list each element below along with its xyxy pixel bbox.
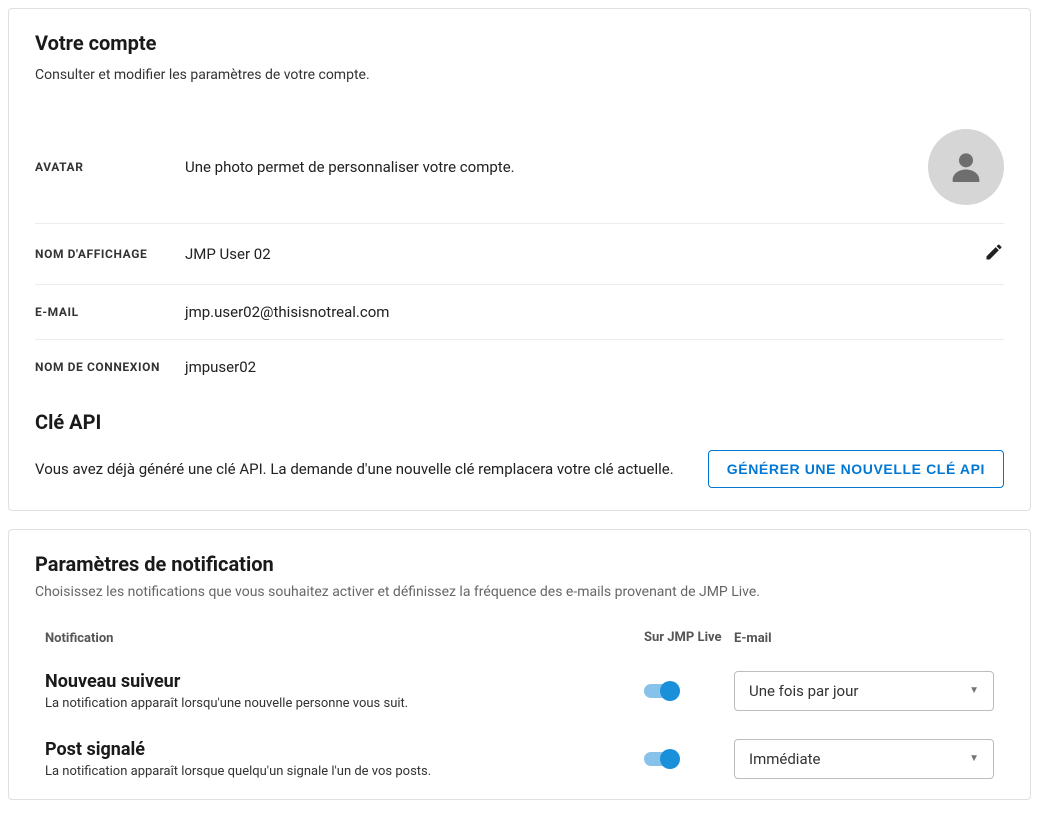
notification-name: Post signalé [45, 739, 644, 760]
avatar-description: Une photo permet de personnaliser votre … [185, 158, 928, 176]
header-notification: Notification [45, 631, 644, 646]
api-key-title: Clé API [35, 410, 1004, 434]
select-wrap: Une fois par jour ▼ [734, 671, 1004, 711]
toggle-knob [660, 681, 680, 701]
notification-info: Nouveau suiveur La notification apparaît… [45, 671, 644, 711]
toggle-wrap [644, 684, 734, 698]
display-name-label: NOM D'AFFICHAGE [35, 247, 185, 261]
account-subtitle: Consulter et modifier les paramètres de … [35, 67, 1004, 83]
notification-description: La notification apparaît lorsque quelqu'… [45, 764, 644, 779]
email-row: E-MAIL jmp.user02@thisisnotreal.com [35, 285, 1004, 340]
user-icon [946, 147, 986, 187]
toggle-wrap [644, 752, 734, 766]
email-value: jmp.user02@thisisnotreal.com [185, 303, 1004, 321]
notification-row-new-follower: Nouveau suiveur La notification apparaît… [35, 657, 1004, 725]
notifications-title: Paramètres de notification [35, 552, 1004, 576]
email-frequency-value: Une fois par jour [749, 682, 858, 700]
login-name-value: jmpuser02 [185, 358, 1004, 376]
notification-row-post-flagged: Post signalé La notification apparaît lo… [35, 725, 1004, 793]
notification-info: Post signalé La notification apparaît lo… [45, 739, 644, 779]
avatar-row: AVATAR Une photo permet de personnaliser… [35, 111, 1004, 224]
api-key-section: Clé API Vous avez déjà généré une clé AP… [35, 410, 1004, 488]
header-email: E-mail [734, 631, 1004, 646]
notifications-card: Paramètres de notification Choisissez le… [8, 529, 1031, 800]
select-wrap: Immédiate ▼ [734, 739, 1004, 779]
login-name-label: NOM DE CONNEXION [35, 360, 185, 374]
account-title: Votre compte [35, 31, 1004, 55]
chevron-down-icon: ▼ [969, 685, 979, 696]
jmp-live-toggle[interactable] [644, 752, 676, 766]
generate-api-key-button[interactable]: GÉNÉRER UNE NOUVELLE CLÉ API [708, 450, 1004, 488]
edit-display-name-button[interactable] [984, 242, 1004, 266]
account-card: Votre compte Consulter et modifier les p… [8, 8, 1031, 511]
email-label: E-MAIL [35, 305, 185, 319]
toggle-knob [660, 749, 680, 769]
api-key-row: Vous avez déjà généré une clé API. La de… [35, 450, 1004, 488]
avatar[interactable] [928, 129, 1004, 205]
notifications-table-header: Notification Sur JMP Live E-mail [35, 624, 1004, 657]
jmp-live-toggle[interactable] [644, 684, 676, 698]
api-key-description: Vous avez déjà généré une clé API. La de… [35, 458, 684, 481]
login-name-row: NOM DE CONNEXION jmpuser02 [35, 340, 1004, 394]
display-name-value: JMP User 02 [185, 245, 984, 263]
email-frequency-value: Immédiate [749, 750, 820, 768]
notification-name: Nouveau suiveur [45, 671, 644, 692]
header-jmp-live: Sur JMP Live [644, 630, 734, 647]
chevron-down-icon: ▼ [969, 753, 979, 764]
email-frequency-select[interactable]: Immédiate ▼ [734, 739, 994, 779]
display-name-row: NOM D'AFFICHAGE JMP User 02 [35, 224, 1004, 285]
notifications-subtitle: Choisissez les notifications que vous so… [35, 584, 1004, 600]
pencil-icon [984, 242, 1004, 262]
avatar-label: AVATAR [35, 160, 185, 174]
notification-description: La notification apparaît lorsqu'une nouv… [45, 696, 644, 711]
email-frequency-select[interactable]: Une fois par jour ▼ [734, 671, 994, 711]
